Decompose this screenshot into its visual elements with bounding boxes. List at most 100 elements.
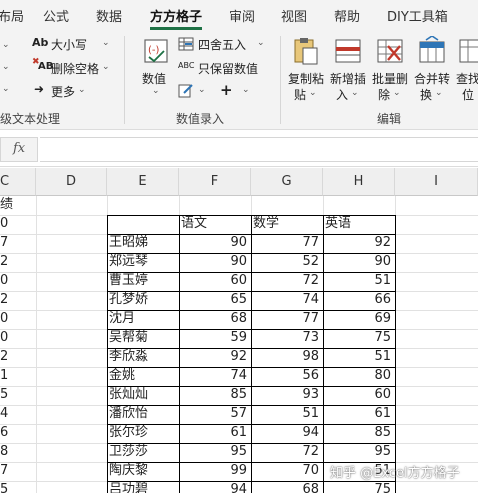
chinese-score-cell[interactable]: 74 (179, 367, 251, 386)
student-name-cell[interactable]: 潘欣怡 (107, 405, 179, 424)
english-score-cell[interactable]: 69 (323, 310, 395, 329)
math-score-cell[interactable]: 93 (251, 386, 323, 405)
table-header-english[interactable]: 英语 (323, 215, 395, 234)
english-score-cell[interactable]: 85 (323, 424, 395, 443)
cell-c-value[interactable]: 2 (0, 253, 36, 272)
cell-c-value[interactable]: 0 (0, 310, 36, 329)
math-score-cell[interactable]: 74 (251, 291, 323, 310)
chinese-score-cell[interactable]: 85 (179, 386, 251, 405)
student-name-cell[interactable]: 张灿灿 (107, 386, 179, 405)
tab-diy-toolbox[interactable]: DIY工具箱 (387, 6, 448, 25)
cell-c-value[interactable]: 0 (0, 272, 36, 291)
cell-c-value[interactable]: 4 (0, 405, 36, 424)
chinese-score-cell[interactable]: 65 (179, 291, 251, 310)
math-score-cell[interactable]: 52 (251, 253, 323, 272)
student-name-cell[interactable]: 王昭娣 (107, 234, 179, 253)
cell-c-value[interactable]: 5 (0, 386, 36, 405)
cell-c-value[interactable]: 2 (0, 348, 36, 367)
column-header-h[interactable]: H (323, 168, 395, 196)
student-name-cell[interactable]: 李欣淼 (107, 348, 179, 367)
insert-function-button[interactable]: fx (0, 137, 38, 162)
english-score-cell[interactable]: 90 (323, 253, 395, 272)
column-header-f[interactable]: F (179, 168, 251, 196)
cell-c-value[interactable]: 5 (0, 481, 36, 493)
cell-c-value[interactable]: 7 (0, 462, 36, 481)
tab-fangfang[interactable]: 方方格子 (150, 6, 202, 25)
math-score-cell[interactable]: 77 (251, 310, 323, 329)
tab-view[interactable]: 视图 (281, 6, 307, 25)
find-locate-button[interactable]: 查找定 位 (454, 34, 478, 104)
batch-delete-button[interactable]: 批量删 除 ⌄ (370, 34, 410, 104)
student-name-cell[interactable]: 张尔珍 (107, 424, 179, 443)
chinese-score-cell[interactable]: 99 (179, 462, 251, 481)
student-name-cell[interactable]: 曹玉婷 (107, 272, 179, 291)
cell-c-header[interactable]: 绩 (0, 196, 36, 215)
math-score-cell[interactable]: 94 (251, 424, 323, 443)
chinese-score-cell[interactable]: 92 (179, 348, 251, 367)
english-score-cell[interactable]: 75 (323, 329, 395, 348)
student-name-cell[interactable]: 卫莎莎 (107, 443, 179, 462)
math-score-cell[interactable]: 72 (251, 272, 323, 291)
column-header-i[interactable]: I (395, 168, 478, 196)
student-name-cell[interactable]: 陶庆黎 (107, 462, 179, 481)
english-score-cell[interactable]: 75 (323, 481, 395, 493)
insert-button[interactable]: 新增插 入 ⌄ (328, 34, 368, 104)
english-score-cell[interactable]: 51 (323, 348, 395, 367)
table-header-name[interactable] (107, 215, 179, 234)
formula-input[interactable] (40, 137, 478, 162)
english-score-cell[interactable]: 66 (323, 291, 395, 310)
numeric-button[interactable]: (-) 数值 ⌄ (138, 36, 174, 100)
student-name-cell[interactable]: 郑远琴 (107, 253, 179, 272)
english-score-cell[interactable]: 51 (323, 272, 395, 291)
cell-c-value[interactable]: 6 (0, 424, 36, 443)
english-score-cell[interactable]: 92 (323, 234, 395, 253)
spreadsheet-grid[interactable]: C D E F G H I 绩 0 7 2 0 2 0 0 2 1 5 4 6 8 7 5 语文 数学 英语 王昭娣 9… (0, 168, 478, 493)
chinese-score-cell[interactable]: 90 (179, 234, 251, 253)
math-score-cell[interactable]: 77 (251, 234, 323, 253)
math-score-cell[interactable]: 70 (251, 462, 323, 481)
table-header-math[interactable]: 数学 (251, 215, 323, 234)
cell-c-value[interactable]: 0 (0, 329, 36, 348)
student-name-cell[interactable]: 沈月 (107, 310, 179, 329)
cell-c-value[interactable]: 7 (0, 234, 36, 253)
chinese-score-cell[interactable]: 68 (179, 310, 251, 329)
tab-formulas[interactable]: 公式 (43, 6, 69, 25)
chinese-score-cell[interactable]: 59 (179, 329, 251, 348)
tab-page-layout[interactable]: 布局 (0, 6, 24, 25)
english-score-cell[interactable]: 61 (323, 405, 395, 424)
student-name-cell[interactable]: 吕功碧 (107, 481, 179, 493)
chinese-score-cell[interactable]: 61 (179, 424, 251, 443)
english-score-cell[interactable]: 95 (323, 443, 395, 462)
english-score-cell[interactable]: 80 (323, 367, 395, 386)
chinese-score-cell[interactable]: 57 (179, 405, 251, 424)
column-header-c[interactable]: C (0, 168, 36, 196)
cell-c-value[interactable]: 0 (0, 215, 36, 234)
chevron-down-icon[interactable]: ⌄ (2, 40, 10, 50)
cell-c-value[interactable]: 1 (0, 367, 36, 386)
column-header-e[interactable]: E (107, 168, 179, 196)
column-header-g[interactable]: G (251, 168, 323, 196)
math-score-cell[interactable]: 73 (251, 329, 323, 348)
column-header-d[interactable]: D (36, 168, 107, 196)
cell-c-value[interactable]: 8 (0, 443, 36, 462)
tab-help[interactable]: 帮助 (334, 6, 360, 25)
chinese-score-cell[interactable]: 60 (179, 272, 251, 291)
chevron-down-icon[interactable]: ⌄ (2, 84, 10, 94)
chevron-down-icon[interactable]: ⌄ (2, 62, 10, 72)
math-score-cell[interactable]: 51 (251, 405, 323, 424)
student-name-cell[interactable]: 孔梦娇 (107, 291, 179, 310)
cell-c-value[interactable]: 2 (0, 291, 36, 310)
tab-data[interactable]: 数据 (96, 6, 122, 25)
student-name-cell[interactable]: 金姚 (107, 367, 179, 386)
math-score-cell[interactable]: 56 (251, 367, 323, 386)
math-score-cell[interactable]: 68 (251, 481, 323, 493)
copy-paste-button[interactable]: 复制粘 贴 ⌄ (286, 34, 326, 104)
english-score-cell[interactable]: 60 (323, 386, 395, 405)
math-score-cell[interactable]: 72 (251, 443, 323, 462)
table-header-chinese[interactable]: 语文 (179, 215, 251, 234)
math-score-cell[interactable]: 98 (251, 348, 323, 367)
tab-review[interactable]: 审阅 (229, 6, 255, 25)
student-name-cell[interactable]: 吴帮菊 (107, 329, 179, 348)
chinese-score-cell[interactable]: 95 (179, 443, 251, 462)
chinese-score-cell[interactable]: 90 (179, 253, 251, 272)
